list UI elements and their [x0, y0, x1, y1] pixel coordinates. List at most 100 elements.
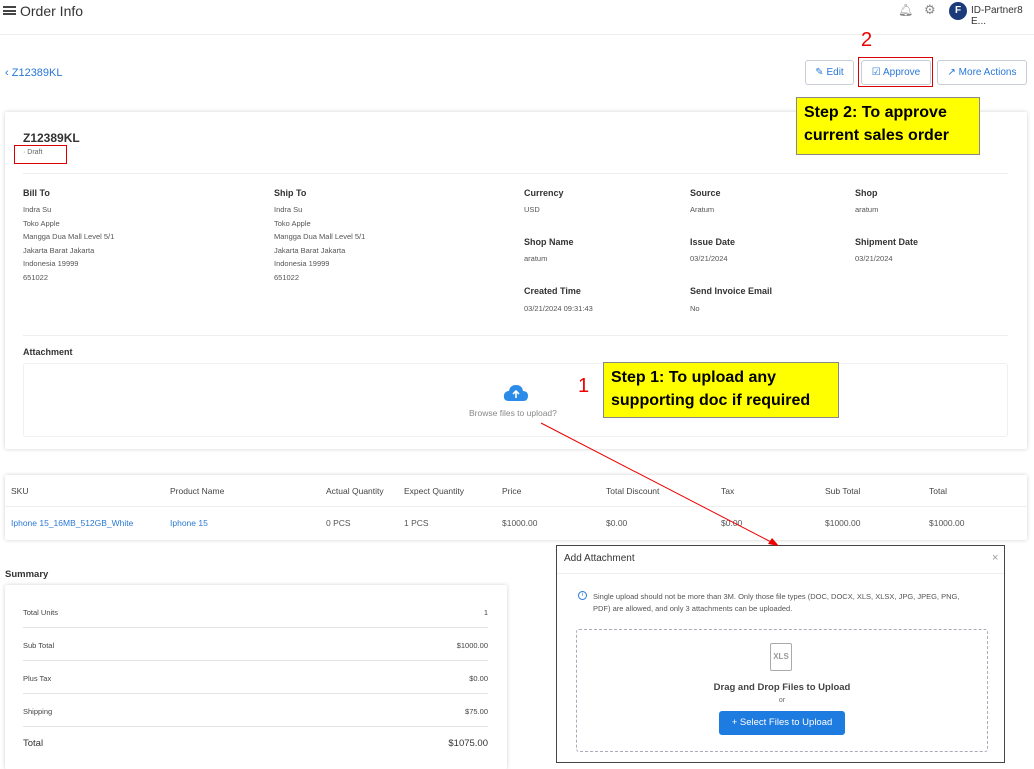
ship-to-line: 651022	[274, 272, 300, 282]
column-header-tax: Tax	[721, 486, 735, 496]
source-label: Source	[690, 188, 721, 198]
table-divider	[5, 506, 1027, 507]
chevron-left-icon: ‹	[5, 67, 12, 79]
ship-to-line: Indra Su	[274, 205, 303, 214]
summary-label: Shipping	[23, 707, 53, 716]
currency-label: Currency	[524, 188, 564, 198]
column-header-total-discount: Total Discount	[606, 486, 660, 496]
bill-to-label: Bill To	[23, 188, 50, 198]
external-link-icon: ↗	[947, 67, 959, 78]
approve-highlight	[858, 57, 933, 87]
column-header-expect-quantity: Expect Quantity	[404, 486, 465, 496]
tax-cell: $0.00	[721, 518, 743, 528]
column-header-price: Price	[502, 486, 522, 496]
summary-label: Total Units	[23, 608, 59, 617]
more-actions-button[interactable]: ↗ More Actions	[937, 60, 1027, 85]
summary-divider	[23, 627, 488, 628]
step1-callout: Step 1: To upload any supporting doc if …	[603, 362, 839, 418]
send-invoice-value: No	[690, 304, 700, 313]
ship-to-line: Jakarta Barat Jakarta	[274, 245, 346, 255]
shop-value: aratum	[855, 205, 879, 214]
header-divider	[0, 34, 1034, 35]
summary-total-label: Total	[23, 738, 44, 749]
summary-value: 1	[483, 608, 488, 617]
edit-label: Edit	[826, 67, 844, 78]
gear-icon[interactable]: ⚙	[924, 2, 936, 18]
bill-to-line: Indra Su	[23, 205, 52, 214]
edit-button[interactable]: ✎ Edit	[805, 60, 854, 85]
ship-to-line: Toko Apple	[274, 218, 311, 228]
drag-drop-text: Drag and Drop Files to Upload	[713, 682, 851, 693]
step2-callout: Step 2: To approve current sales order	[796, 97, 980, 155]
summary-divider	[23, 693, 488, 694]
modal-title: Add Attachment	[564, 553, 635, 564]
shipment-date-label: Shipment Date	[855, 237, 919, 247]
select-files-button[interactable]: + Select Files to Upload	[719, 711, 845, 735]
summary-value: $1000.00	[456, 641, 488, 650]
bill-to-line: 651022	[23, 272, 49, 282]
more-actions-label: More Actions	[958, 67, 1017, 78]
ship-to-line: Indonesia 19999	[274, 259, 330, 269]
info-icon: i	[578, 591, 587, 600]
back-link-label: Z12389KL	[11, 67, 63, 79]
issue-date-label: Issue Date	[690, 237, 736, 247]
shop-label: Shop	[855, 188, 878, 198]
column-header-sub-total: Sub Total	[825, 486, 861, 496]
expect-quantity-cell: 1 PCS	[404, 518, 429, 528]
order-id: Z12389KL	[23, 131, 80, 145]
divider	[23, 173, 1008, 174]
modal-divider	[557, 573, 1004, 574]
sku-link[interactable]: Iphone 15_16MB_512GB_White	[11, 518, 133, 528]
summary-divider	[23, 726, 488, 727]
company-logo[interactable]: F	[949, 2, 967, 20]
ship-to-label: Ship To	[274, 188, 307, 198]
divider	[23, 335, 1008, 336]
bill-to-line: Mangga Dua Mall Level 5/1	[23, 232, 115, 242]
column-header-product-name: Product Name	[170, 486, 225, 496]
summary-divider	[23, 660, 488, 661]
back-link[interactable]: ‹ Z12389KL	[5, 67, 63, 79]
actual-quantity-cell: 0 PCS	[326, 518, 351, 528]
shop-name-value: aratum	[524, 254, 548, 263]
bell-icon[interactable]: 🔔︎	[898, 3, 913, 17]
cloud-upload-icon[interactable]	[503, 383, 529, 403]
xls-file-icon: XLS	[770, 643, 792, 671]
menu-icon[interactable]	[3, 6, 16, 15]
shipment-date-value: 03/21/2024	[855, 254, 893, 263]
browse-files-link[interactable]: Browse files to upload?	[469, 408, 557, 418]
summary-label: Plus Tax	[23, 674, 52, 683]
ship-to-address: Indra Su Toko Apple Mangga Dua Mall Leve…	[274, 203, 365, 285]
created-time-label: Created Time	[524, 286, 581, 296]
send-invoice-label: Send Invoice Email	[690, 286, 773, 296]
upload-info-text: Single upload should not be more than 3M…	[593, 592, 960, 613]
column-header-actual-quantity: Actual Quantity	[326, 486, 384, 496]
summary-label: Sub Total	[23, 641, 55, 650]
summary-value: $0.00	[469, 674, 488, 683]
bill-to-address: Indra Su Toko Apple Mangga Dua Mall Leve…	[23, 203, 114, 285]
shop-name-label: Shop Name	[524, 237, 574, 247]
bill-to-line: Indonesia 19999	[23, 259, 79, 269]
page-title: Order Info	[20, 3, 84, 19]
source-value: Aratum	[690, 205, 715, 214]
annotation-number-1: 1	[578, 375, 590, 397]
summary-total-value: $1075.00	[448, 738, 488, 749]
summary-value: $75.00	[465, 707, 488, 716]
close-icon[interactable]: ×	[992, 552, 998, 564]
summary-card	[5, 585, 507, 769]
bill-to-line: Jakarta Barat Jakarta	[23, 245, 95, 255]
annotation-number-2: 2	[861, 29, 873, 51]
draft-highlight	[14, 145, 67, 164]
or-text: or	[778, 697, 786, 704]
products-table	[5, 475, 1027, 540]
ship-to-line: Mangga Dua Mall Level 5/1	[274, 232, 366, 242]
sub-total-cell: $1000.00	[825, 518, 861, 528]
product-name-link[interactable]: Iphone 15	[170, 518, 208, 528]
currency-value: USD	[524, 205, 540, 214]
total-discount-cell: $0.00	[606, 518, 628, 528]
created-time-value: 03/21/2024 09:31:43	[524, 304, 593, 313]
attachment-label: Attachment	[23, 347, 73, 357]
price-cell: $1000.00	[502, 518, 538, 528]
user-name[interactable]: ID-Partner8 E...	[971, 5, 1034, 27]
edit-icon: ✎	[815, 67, 827, 78]
bill-to-line: Toko Apple	[23, 218, 60, 228]
